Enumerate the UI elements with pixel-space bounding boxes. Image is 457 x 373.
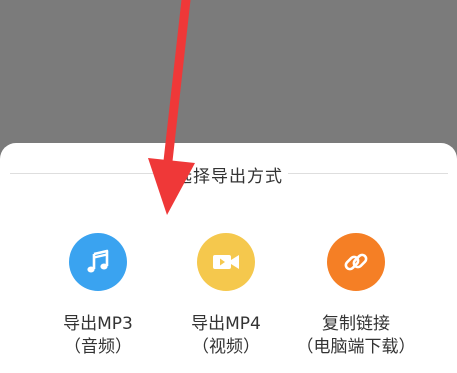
music-note-icon[interactable] [69, 233, 127, 291]
export-mp4-sublabel: （视频） [192, 337, 260, 357]
copy-link-sublabel: （电脑端下载） [296, 337, 416, 357]
link-icon[interactable] [327, 233, 385, 291]
video-camera-icon[interactable] [197, 233, 255, 291]
header-divider-right [288, 173, 448, 174]
export-bottom-sheet: 选择导出方式 导出MP3 （音频） 导出MP4 （视频） 复制链接 （电脑端下载… [0, 143, 457, 373]
export-mp3-option[interactable]: 导出MP3 （音频） [28, 233, 168, 363]
sheet-title: 选择导出方式 [175, 167, 283, 187]
copy-link-label: 复制链接 [322, 314, 390, 334]
export-mp3-label: 导出MP3 [63, 314, 133, 334]
copy-link-option[interactable]: 复制链接 （电脑端下载） [286, 233, 426, 363]
export-mp3-sublabel: （音频） [64, 337, 132, 357]
header-divider-left [10, 173, 170, 174]
export-mp4-option[interactable]: 导出MP4 （视频） [156, 233, 296, 363]
sheet-header: 选择导出方式 [0, 161, 457, 187]
export-mp4-label: 导出MP4 [191, 314, 261, 334]
